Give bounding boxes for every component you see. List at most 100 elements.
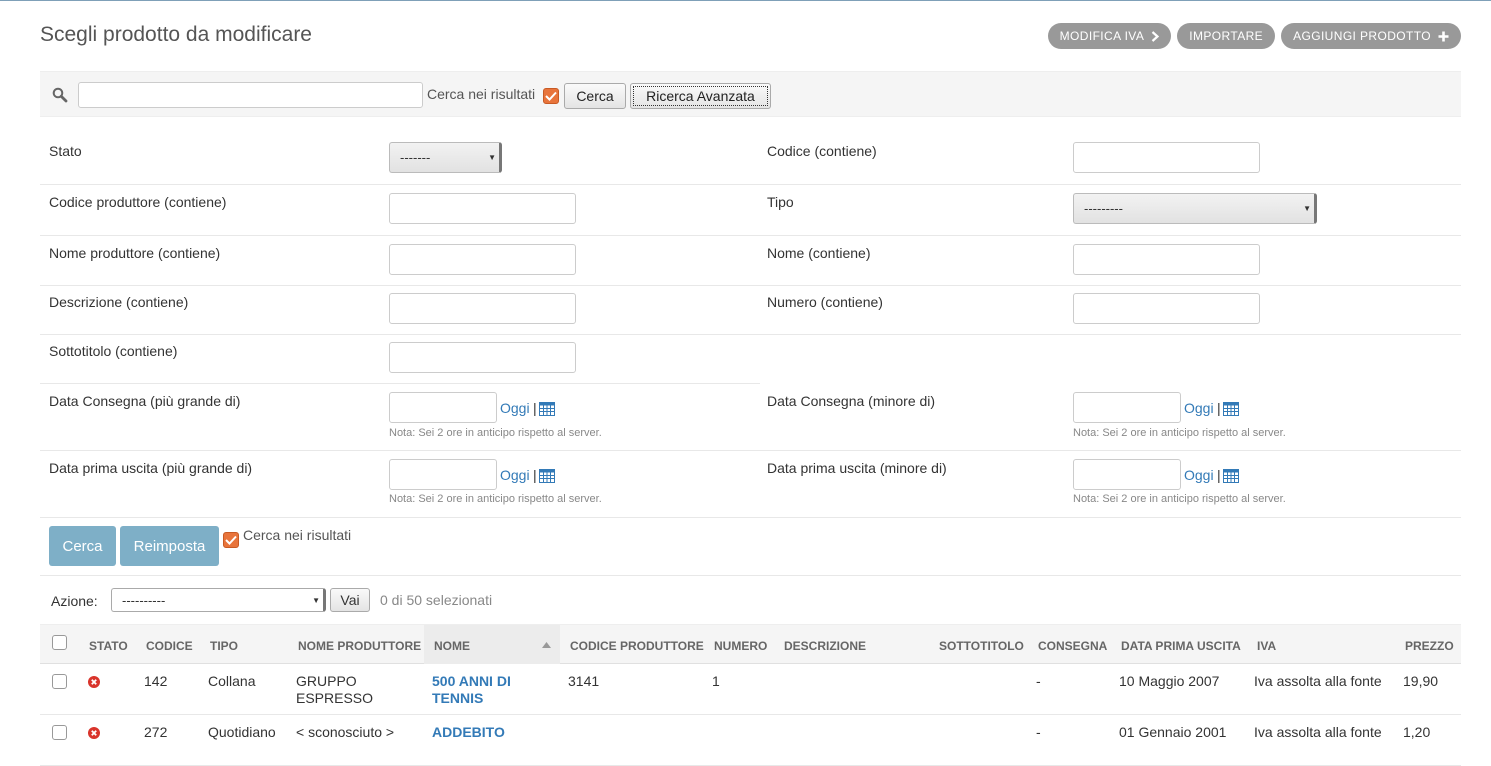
filter-in-results-checkbox[interactable]: [223, 532, 239, 548]
consegna-lt-today-link[interactable]: Oggi: [1184, 400, 1214, 416]
stato-select-value: -------: [400, 150, 431, 165]
chevron-down-icon: ▼: [488, 153, 496, 162]
filter-label-descrizione: Descrizione (contiene): [49, 294, 189, 310]
column-codice-produttore[interactable]: CODICE PRODUTTORE: [570, 639, 704, 653]
filter-label-sottotitolo: Sottotitolo (contiene): [49, 343, 178, 359]
search-in-results-checkbox[interactable]: [543, 88, 559, 104]
cell-prezzo: 1,20: [1403, 724, 1431, 740]
separator: |: [533, 467, 537, 483]
calendar-icon[interactable]: [539, 401, 555, 416]
calendar-icon[interactable]: [539, 468, 555, 483]
action-select[interactable]: ---------- ▼: [111, 588, 326, 612]
cell-nome-produttore: < sconosciuto >: [296, 724, 395, 740]
nome-input[interactable]: [1073, 244, 1260, 275]
calendar-icon[interactable]: [1223, 468, 1239, 483]
cell-consegna: -: [1036, 673, 1041, 689]
numero-input[interactable]: [1073, 293, 1260, 324]
plus-icon: [1438, 31, 1449, 41]
action-label: Azione:: [51, 593, 98, 609]
codice-input[interactable]: [1073, 142, 1260, 173]
filter-row: Stato ------- ▼ Codice (contiene): [40, 133, 1461, 185]
aggiungi-prodotto-button[interactable]: AGGIUNGI PRODOTTO: [1281, 23, 1461, 49]
column-consegna[interactable]: CONSEGNA: [1038, 639, 1107, 653]
column-iva[interactable]: IVA: [1257, 639, 1276, 653]
codice-produttore-input[interactable]: [389, 193, 576, 224]
consegna-gt-today-link[interactable]: Oggi: [500, 400, 530, 416]
advanced-search-button[interactable]: Ricerca Avanzata: [630, 83, 771, 109]
separator: |: [1217, 467, 1221, 483]
search-icon: [52, 87, 68, 103]
column-numero[interactable]: NUMERO: [714, 639, 767, 653]
filter-label-uscita-lt: Data prima uscita (minore di): [767, 460, 947, 476]
aggiungi-prodotto-label: AGGIUNGI PRODOTTO: [1293, 29, 1431, 43]
modifica-iva-button[interactable]: MODIFICA IVA: [1047, 23, 1172, 49]
action-go-button[interactable]: Vai: [330, 588, 370, 612]
filter-label-tipo: Tipo: [767, 194, 794, 210]
column-nome-produttore[interactable]: NOME PRODUTTORE: [298, 639, 421, 653]
filter-row: Descrizione (contiene) Numero (contiene): [40, 286, 1461, 335]
calendar-icon[interactable]: [1223, 401, 1239, 416]
nome-produttore-input[interactable]: [389, 244, 576, 275]
timezone-note: Nota: Sei 2 ore in anticipo rispetto al …: [1073, 427, 1286, 439]
filter-label-consegna-lt: Data Consegna (minore di): [767, 393, 936, 409]
column-codice[interactable]: CODICE: [146, 639, 193, 653]
filter-label-codice-produttore: Codice produttore (contiene): [49, 194, 227, 210]
tipo-select[interactable]: --------- ▼: [1073, 193, 1317, 224]
stato-select[interactable]: ------- ▼: [389, 142, 502, 173]
consegna-lt-date-input[interactable]: [1073, 392, 1181, 423]
x-circle-icon: [88, 727, 100, 739]
row-select-checkbox[interactable]: [52, 674, 67, 689]
table-row[interactable]: 142 Collana GRUPPO ESPRESSO 500 ANNI DI …: [40, 664, 1461, 715]
cell-data-prima-uscita: 01 Gennaio 2001: [1119, 724, 1227, 740]
filter-label-stato: Stato: [49, 143, 82, 159]
cell-codice: 272: [144, 724, 168, 740]
uscita-lt-today-link[interactable]: Oggi: [1184, 467, 1214, 483]
cell-nome-link[interactable]: 500 ANNI DI: [432, 673, 511, 690]
action-select-value: ----------: [122, 593, 166, 608]
search-in-results-label: Cerca nei risultati: [427, 86, 536, 102]
uscita-gt-date-input[interactable]: [389, 459, 497, 490]
timezone-note: Nota: Sei 2 ore in anticipo rispetto al …: [389, 427, 602, 439]
cell-nome-link[interactable]: ADDEBITO: [432, 724, 505, 741]
row-select-checkbox[interactable]: [52, 725, 67, 740]
table-row[interactable]: 272 Quotidiano < sconosciuto > ADDEBITO …: [40, 715, 1461, 766]
separator: |: [533, 400, 537, 416]
consegna-gt-date-input[interactable]: [389, 392, 497, 423]
column-sottotitolo[interactable]: SOTTOTITOLO: [939, 639, 1024, 653]
uscita-gt-today-link[interactable]: Oggi: [500, 467, 530, 483]
cell-iva: Iva assolta alla fonte: [1254, 724, 1382, 740]
column-prezzo[interactable]: PREZZO: [1405, 639, 1454, 653]
timezone-note: Nota: Sei 2 ore in anticipo rispetto al …: [1073, 493, 1286, 505]
filter-label-nome-produttore: Nome produttore (contiene): [49, 245, 221, 261]
column-stato[interactable]: STATO: [89, 639, 128, 653]
filter-search-button[interactable]: Cerca: [49, 526, 116, 566]
cell-iva: Iva assolta alla fonte: [1254, 673, 1382, 689]
chevron-right-icon: [1151, 30, 1160, 42]
filter-actions: Cerca Reimposta Cerca nei risultati: [40, 518, 1461, 576]
filter-row: Data prima uscita (più grande di) Oggi |…: [40, 451, 1461, 518]
column-descrizione[interactable]: DESCRIZIONE: [784, 639, 866, 653]
filter-reset-button[interactable]: Reimposta: [120, 526, 219, 566]
search-button[interactable]: Cerca: [564, 83, 626, 109]
filter-label-uscita-gt: Data prima uscita (più grande di): [49, 460, 253, 476]
cell-nome-produttore: GRUPPO: [296, 673, 357, 689]
select-all-checkbox[interactable]: [52, 635, 67, 650]
column-data-prima-uscita[interactable]: DATA PRIMA USCITA: [1121, 639, 1241, 653]
cell-codice: 142: [144, 673, 168, 689]
search-input[interactable]: [78, 82, 423, 108]
selection-counter: 0 di 50 selezionati: [380, 592, 493, 608]
cell-nome-link[interactable]: TENNIS: [432, 690, 483, 707]
cell-nome-produttore: ESPRESSO: [296, 690, 374, 706]
filter-label-nome: Nome (contiene): [767, 245, 871, 261]
filter-label-numero: Numero (contiene): [767, 294, 883, 310]
sottotitolo-input[interactable]: [389, 342, 576, 373]
importare-button[interactable]: IMPORTARE: [1177, 23, 1276, 49]
sort-asc-icon[interactable]: [542, 642, 551, 648]
column-nome[interactable]: NOME: [434, 639, 470, 653]
column-tipo[interactable]: TIPO: [210, 639, 238, 653]
modifica-iva-label: MODIFICA IVA: [1059, 29, 1145, 43]
importare-label: IMPORTARE: [1189, 29, 1264, 43]
uscita-lt-date-input[interactable]: [1073, 459, 1181, 490]
timezone-note: Nota: Sei 2 ore in anticipo rispetto al …: [389, 493, 602, 505]
descrizione-input[interactable]: [389, 293, 576, 324]
